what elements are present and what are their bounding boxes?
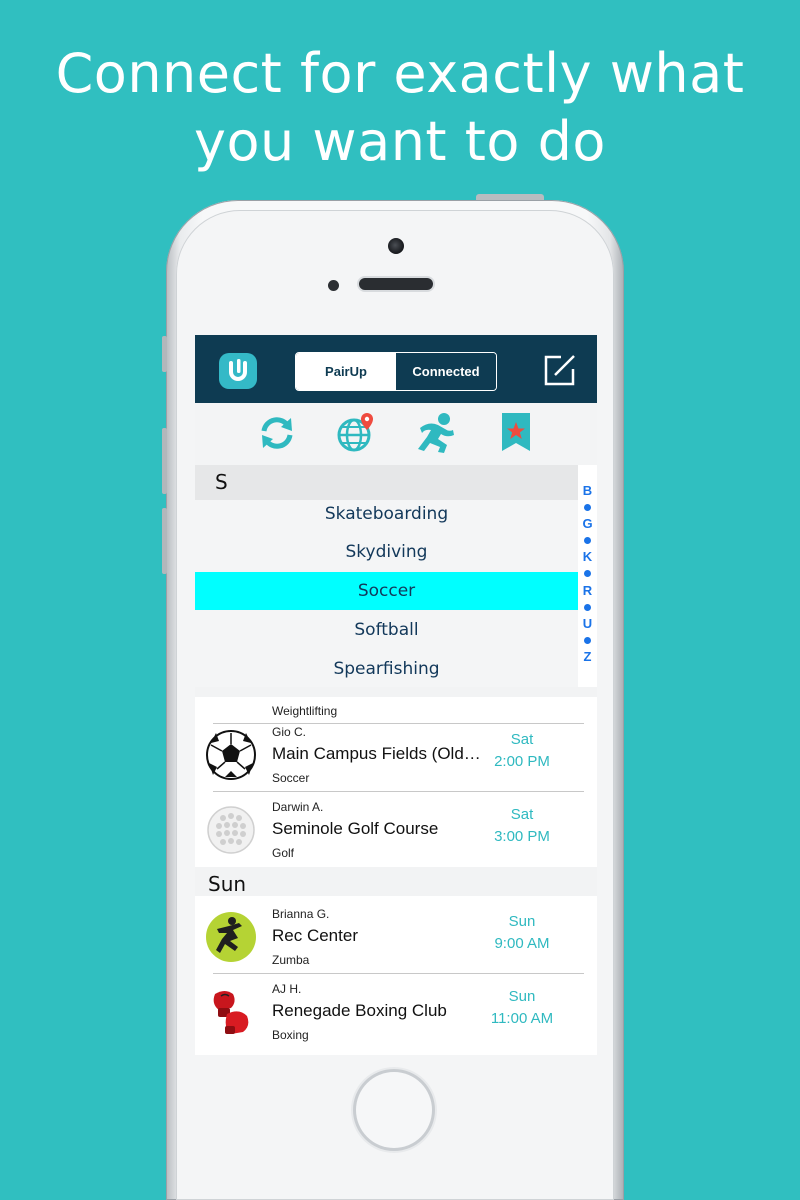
- user-name: Brianna G.: [272, 907, 330, 921]
- earpiece-speaker: [359, 278, 433, 290]
- golf-ball-icon: [205, 804, 257, 856]
- time-label: 9:00 AM: [494, 935, 550, 952]
- index-dot: [584, 537, 591, 544]
- bookmark-star-icon[interactable]: [494, 411, 538, 455]
- time-label: 3:00 PM: [494, 828, 550, 845]
- mute-switch: [162, 336, 167, 372]
- day-label: Sun: [508, 988, 536, 1005]
- location-label: Rec Center: [272, 926, 358, 945]
- volume-down-button: [162, 508, 167, 574]
- tab-pairup[interactable]: PairUp: [296, 353, 396, 390]
- tab-connected[interactable]: Connected: [396, 353, 496, 390]
- picker-item-soccer[interactable]: Soccer: [195, 572, 578, 610]
- activity-label: Weightlifting: [272, 704, 338, 718]
- runner-icon[interactable]: [414, 411, 458, 455]
- location-label: Main Campus Fields (Old Practice Fields): [272, 744, 484, 763]
- activity-label: Soccer: [272, 771, 310, 785]
- user-name: Darwin A.: [272, 800, 324, 814]
- index-letter-u[interactable]: U: [578, 616, 597, 631]
- list-item[interactable]: Gio C. Main Campus Fields (Old Practice …: [195, 717, 597, 792]
- zumba-icon: [205, 911, 257, 963]
- sunday-list: Brianna G. Rec Center Zumba Sun 9:00 AM …: [195, 896, 597, 1055]
- app-screen: PairUp Connected S Skateboarding Skydivi…: [195, 335, 597, 1055]
- activity-label: Zumba: [272, 953, 310, 967]
- user-name: Gio C.: [272, 725, 307, 739]
- front-camera: [388, 238, 404, 254]
- index-dot: [584, 604, 591, 611]
- headline-line-1: Connect for exactly what: [55, 42, 745, 105]
- location-label: Renegade Boxing Club: [272, 1001, 447, 1020]
- index-letter-k[interactable]: K: [578, 549, 597, 564]
- picker-item-skateboarding[interactable]: Skateboarding: [195, 495, 578, 533]
- pairup-connected-toggle: PairUp Connected: [295, 352, 497, 391]
- index-dot: [584, 504, 591, 511]
- app-logo-icon[interactable]: [219, 353, 257, 389]
- saturday-list: Weightlifting Gio C. Main Campus Fields …: [195, 697, 597, 867]
- day-label: Sat: [510, 806, 534, 823]
- index-letter-b[interactable]: B: [578, 483, 597, 498]
- location-label: Seminole Golf Course: [272, 819, 439, 838]
- filter-bar: [195, 403, 597, 465]
- list-item[interactable]: Darwin A. Seminole Golf Course Golf Sat …: [195, 792, 597, 867]
- day-section-header: Sun: [208, 872, 247, 896]
- power-button: [476, 194, 544, 200]
- home-button[interactable]: [356, 1072, 432, 1148]
- compose-icon[interactable]: [543, 353, 577, 387]
- headline-line-2: you want to do: [194, 110, 606, 173]
- headline: Connect for exactly what you want to do: [0, 40, 800, 176]
- index-letter-r[interactable]: R: [578, 583, 597, 598]
- refresh-icon[interactable]: [255, 411, 299, 455]
- list-item[interactable]: Brianna G. Rec Center Zumba Sun 9:00 AM: [195, 899, 597, 974]
- volume-up-button: [162, 428, 167, 494]
- top-navbar: PairUp Connected: [195, 335, 597, 403]
- picker-item-skydiving[interactable]: Skydiving: [195, 533, 578, 571]
- user-name: AJ H.: [272, 982, 302, 996]
- day-label: Sat: [510, 731, 534, 748]
- day-label: Sun: [508, 913, 536, 930]
- proximity-sensor: [328, 280, 339, 291]
- globe-location-icon[interactable]: [334, 411, 378, 455]
- activity-label: Boxing: [272, 1028, 309, 1042]
- index-letter-g[interactable]: G: [578, 516, 597, 531]
- index-dot: [584, 637, 591, 644]
- time-label: 11:00 AM: [490, 1010, 554, 1027]
- soccer-ball-icon: [205, 729, 257, 781]
- time-label: 2:00 PM: [494, 753, 550, 770]
- activity-label: Golf: [272, 846, 295, 860]
- picker-item-softball[interactable]: Softball: [195, 611, 578, 649]
- boxing-gloves-icon: [205, 986, 257, 1038]
- list-item[interactable]: AJ H. Renegade Boxing Club Boxing Sun 11…: [195, 974, 597, 1049]
- list-item[interactable]: Weightlifting: [195, 649, 597, 724]
- index-dot: [584, 570, 591, 577]
